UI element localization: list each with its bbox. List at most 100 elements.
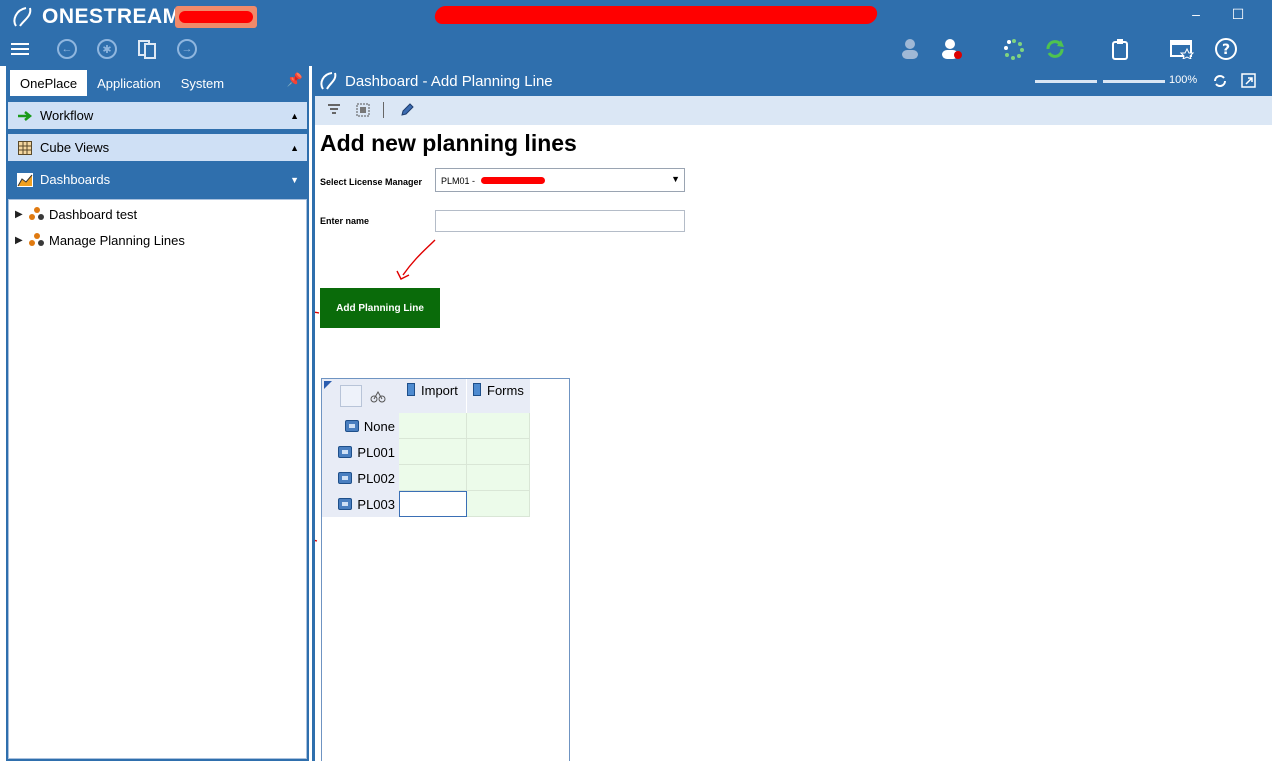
forward-arrow-icon[interactable]: → [175,37,199,61]
column-dimension-icon [473,383,481,396]
column-header-label: Import [421,383,458,398]
tree-item[interactable]: ▶ Manage Planning Lines [15,230,185,250]
tree-item[interactable]: ▶ Dashboard test [15,204,137,224]
accordion-dashboards[interactable]: Dashboards ▼ [8,166,307,193]
accordion-label: Workflow [40,108,94,123]
refresh-icon[interactable] [1043,37,1067,61]
row-member-icon [338,498,353,510]
dashboard-pane: Dashboard - Add Planning Line 100% Add n… [312,66,1272,761]
user-logoff-icon[interactable] [940,37,964,61]
select-all-icon[interactable] [356,103,370,122]
clipboard-icon[interactable] [1108,37,1132,61]
browser-favorite-icon[interactable] [1170,37,1194,61]
expand-caret-icon[interactable]: ▼ [290,175,299,185]
svg-text:?: ? [1222,42,1230,58]
arrow-right-icon [16,110,34,122]
maximize-button[interactable]: ☐ [1227,4,1249,24]
name-label: Enter name [320,216,370,226]
row-member-icon [338,446,353,458]
filter-icon[interactable] [327,103,341,122]
brand-name: ONESTREAM [42,5,181,28]
edit-pencil-icon[interactable] [399,102,415,123]
zoom-slider-thumb[interactable] [1097,77,1103,86]
popout-icon[interactable] [1241,73,1257,94]
collapse-caret-icon[interactable]: ▲ [290,143,299,153]
pin-icon[interactable]: 📌 [287,72,303,88]
grid-cell[interactable] [467,439,530,465]
grid-row-header[interactable]: PL003 [322,491,399,517]
dashboard-group-icon [29,233,45,247]
settings-icon[interactable]: ✱ [95,37,119,61]
expand-triangle-icon[interactable]: ▶ [15,209,29,220]
page-title: Add new planning lines [320,130,577,156]
row-member-icon [344,420,359,432]
user-icon[interactable] [898,37,922,61]
dashboard-header: Dashboard - Add Planning Line 100% [312,66,1272,96]
name-input[interactable] [435,210,685,232]
tab-application[interactable]: Application [87,70,171,96]
license-manager-value: PLM01 - [441,176,476,186]
zoom-slider[interactable] [1035,77,1165,86]
minimize-button[interactable]: – [1185,4,1207,24]
grid-cell[interactable] [467,413,530,439]
column-header-label: Forms [487,383,524,398]
accordion-cube-views[interactable]: Cube Views ▲ [8,134,307,161]
grid-column-header[interactable]: Forms [467,379,530,413]
grid-cell[interactable] [399,439,467,465]
grid-cell-selected[interactable] [399,491,467,517]
grid-cell[interactable] [399,465,467,491]
nav-tabs: OnePlace Application System [10,70,234,96]
zoom-level: 100% [1169,74,1198,86]
onestream-logo-icon [320,72,337,90]
accordion-workflow[interactable]: Workflow ▲ [8,102,307,129]
grid-row-header[interactable]: None [322,413,399,439]
help-icon[interactable]: ? [1214,37,1238,61]
accordion-label: Dashboards [40,172,111,187]
tree-item-label: Manage Planning Lines [49,232,185,248]
pages-icon[interactable] [135,37,159,61]
back-arrow-icon[interactable]: ← [55,37,79,61]
grid-cell[interactable] [467,465,530,491]
expand-triangle-icon[interactable]: ▶ [15,235,29,246]
tab-oneplace[interactable]: OnePlace [10,70,88,96]
planning-lines-grid: Import Forms None PL001 PL002 PL003 [321,378,570,761]
app-logo: ONESTREAM [10,5,181,29]
accordion-label: Cube Views [40,140,110,155]
toolbar-separator [383,102,384,118]
grid-icon [16,140,34,155]
row-header-label: None [363,418,395,434]
license-manager-dropdown[interactable]: PLM01 - ▼ [435,168,685,192]
grid-column-header[interactable]: Import [399,379,466,413]
grid-row-header[interactable]: PL001 [322,439,399,465]
grid-corner [322,379,399,413]
hamburger-menu-icon[interactable] [8,37,32,61]
redacted-value [481,177,545,184]
main-toolbar: ← ✱ → ? [0,33,1272,63]
tab-system[interactable]: System [171,70,234,96]
dashboard-title: Dashboard - Add Planning Line [345,73,553,90]
pivot-icon[interactable] [370,389,386,403]
row-header-label: PL002 [357,470,395,486]
chart-icon [16,172,34,187]
chevron-down-icon[interactable]: ▼ [671,174,680,184]
license-manager-label: Select License Manager [320,177,423,187]
grid-cell[interactable] [467,491,530,517]
redacted-window-title [433,6,879,24]
dashboard-content: Add new planning lines Select License Ma… [315,125,1272,761]
left-navigation-panel: OnePlace Application System 📌 Workflow ▲… [6,66,309,761]
grid-cell[interactable] [399,413,467,439]
environment-badge [175,6,257,28]
grid-row-header[interactable]: PL002 [322,465,399,491]
loading-spinner-icon [1002,37,1026,61]
row-header-label: PL003 [357,496,395,512]
column-dimension-icon [407,383,415,396]
dashboard-toolbar [315,96,1272,125]
row-member-icon [338,472,353,484]
refresh-dashboard-icon[interactable] [1212,73,1228,94]
collapse-caret-icon[interactable]: ▲ [290,111,299,121]
dashboard-tree: ▶ Dashboard test ▶ Manage Planning Lines [8,199,307,759]
tree-item-label: Dashboard test [49,206,138,222]
dashboard-group-icon [29,207,45,221]
select-all-checkbox[interactable] [340,385,362,407]
add-planning-line-button[interactable]: Add Planning Line [320,288,440,328]
